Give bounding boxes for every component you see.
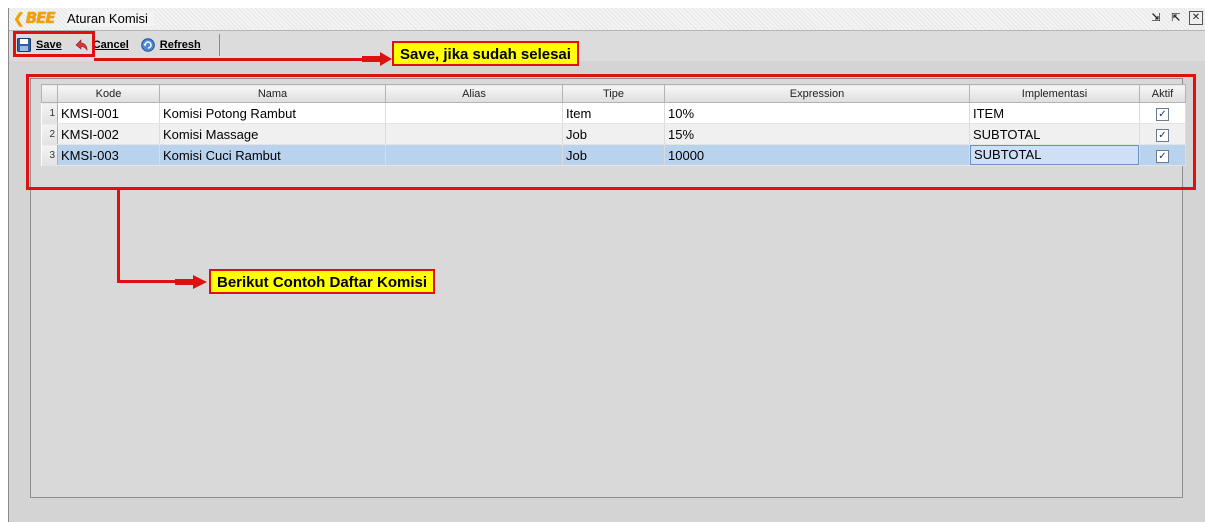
refresh-icon — [140, 38, 155, 52]
bee-logo: ❮ BEE — [13, 9, 56, 27]
maximize-icon[interactable]: ⇱ — [1169, 11, 1183, 25]
grid-highlight-box — [26, 74, 1196, 190]
save-highlight-box — [13, 31, 95, 57]
close-icon[interactable]: ✕ — [1189, 11, 1203, 25]
list-note-callout: Berikut Contoh Daftar Komisi — [209, 269, 436, 294]
back-arrow-icon[interactable]: ❮ — [13, 10, 25, 27]
title-bar: ❮ BEE Aturan Komisi ⇲ ⇱ ✕ — [9, 8, 1205, 31]
logo-text: BEE — [25, 9, 56, 27]
list-connector-horizontal — [117, 280, 177, 283]
cancel-label: Cancel — [92, 39, 129, 51]
refresh-button[interactable]: Refresh — [140, 38, 201, 52]
list-connector-arrowhead — [175, 275, 207, 289]
save-connector-line — [94, 58, 366, 61]
restore-icon[interactable]: ⇲ — [1149, 11, 1163, 25]
refresh-label: Refresh — [159, 39, 201, 51]
window-title: Aturan Komisi — [67, 11, 154, 26]
toolbar: Save Cancel Refresh — [9, 31, 1205, 61]
save-connector-arrowhead — [362, 52, 392, 66]
save-note-callout: Save, jika sudah selesai — [392, 41, 579, 66]
list-connector-vertical — [117, 190, 120, 283]
